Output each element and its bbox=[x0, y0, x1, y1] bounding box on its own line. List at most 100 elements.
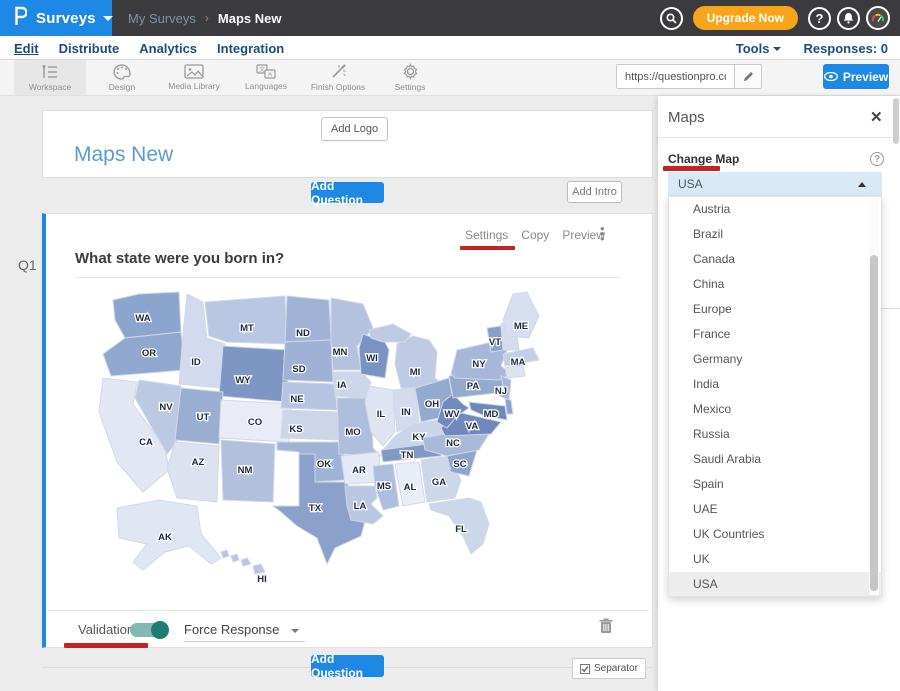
tools-menu[interactable]: Tools bbox=[736, 41, 782, 56]
add-question-button-bottom[interactable]: Add Question bbox=[311, 655, 384, 677]
state-label-me: ME bbox=[514, 321, 528, 332]
map-option-europe[interactable]: Europe bbox=[669, 297, 881, 322]
map-option-mexico[interactable]: Mexico bbox=[669, 397, 881, 422]
question-text[interactable]: What state were you born in? bbox=[75, 250, 284, 267]
state-label-fl: FL bbox=[455, 524, 467, 535]
state-label-nv: NV bbox=[159, 402, 173, 413]
tab-analytics[interactable]: Analytics bbox=[139, 41, 197, 56]
product-switcher[interactable]: Surveys bbox=[0, 0, 112, 36]
map-option-uae[interactable]: UAE bbox=[669, 497, 881, 522]
responses-count[interactable]: Responses: 0 bbox=[803, 41, 888, 56]
brand-label: Surveys bbox=[36, 10, 96, 27]
survey-url-input[interactable] bbox=[616, 64, 734, 89]
map-option-uk-countries[interactable]: UK Countries bbox=[669, 522, 881, 547]
question-text-underline bbox=[75, 277, 620, 278]
toolbar-item-languages[interactable]: 文ALanguages bbox=[230, 60, 302, 95]
map-select[interactable]: USA bbox=[668, 172, 882, 196]
state-hi[interactable] bbox=[241, 558, 251, 566]
usa-map[interactable]: WAORCANVIDMTWYUTAZCONMNDSDNEKSOKTXMNIAMO… bbox=[75, 290, 635, 602]
tab-distribute[interactable]: Distribute bbox=[59, 41, 120, 56]
page-scrollbar-thumb[interactable] bbox=[893, 98, 899, 144]
state-sd[interactable] bbox=[283, 340, 333, 382]
map-option-uk[interactable]: UK bbox=[669, 547, 881, 572]
settings-icon bbox=[402, 63, 419, 80]
state-label-mt: MT bbox=[240, 323, 254, 334]
dropdown-scrollbar-thumb[interactable] bbox=[870, 255, 878, 591]
add-question-button-top[interactable]: Add Question bbox=[311, 182, 384, 203]
state-label-pa: PA bbox=[467, 381, 480, 392]
upgrade-now-button[interactable]: Upgrade Now bbox=[693, 6, 798, 30]
separator-button[interactable]: Separator bbox=[572, 658, 646, 679]
state-label-wi: WI bbox=[366, 353, 378, 364]
state-mt[interactable] bbox=[205, 296, 287, 344]
state-hi[interactable] bbox=[231, 554, 239, 562]
toolbar-item-label: Workspace bbox=[29, 82, 71, 92]
toolbar-item-finish-options[interactable]: Finish Options bbox=[302, 60, 374, 95]
question-action-settings[interactable]: Settings bbox=[465, 228, 508, 242]
validation-toggle[interactable] bbox=[130, 623, 168, 637]
question-action-preview[interactable]: Preview bbox=[562, 228, 605, 242]
toolbar-item-workspace[interactable]: Workspace bbox=[14, 60, 86, 95]
state-hi[interactable] bbox=[221, 550, 229, 558]
design-icon bbox=[113, 64, 131, 80]
map-option-germany[interactable]: Germany bbox=[669, 347, 881, 372]
checkbox-checked-icon bbox=[580, 664, 590, 674]
force-response-dropdown[interactable]: Force Response bbox=[184, 622, 305, 642]
state-wy[interactable] bbox=[219, 346, 289, 402]
state-label-oh: OH bbox=[425, 399, 439, 410]
validation-label: Validation bbox=[78, 622, 134, 637]
state-label-wv: WV bbox=[444, 409, 460, 420]
state-ct[interactable] bbox=[505, 364, 525, 378]
add-logo-button[interactable]: Add Logo bbox=[321, 117, 388, 141]
delete-question-trash-icon[interactable] bbox=[599, 618, 613, 639]
map-option-canada[interactable]: Canada bbox=[669, 247, 881, 272]
state-mi[interactable] bbox=[395, 336, 443, 388]
tab-integration[interactable]: Integration bbox=[217, 41, 284, 56]
state-label-co: CO bbox=[248, 417, 262, 428]
account-gauge-avatar[interactable] bbox=[866, 6, 890, 30]
state-label-sd: SD bbox=[292, 364, 305, 375]
map-option-brazil[interactable]: Brazil bbox=[669, 222, 881, 247]
edit-url-pencil-icon[interactable] bbox=[734, 64, 762, 89]
map-options-dropdown: AustriaBrazilCanadaChinaEuropeFranceGerm… bbox=[668, 196, 882, 597]
panel-title: Maps bbox=[668, 109, 705, 126]
question-action-copy[interactable]: Copy bbox=[521, 228, 549, 242]
toolbar-item-media-library[interactable]: Media Library bbox=[158, 60, 230, 95]
validation-divider bbox=[47, 610, 649, 611]
map-option-india[interactable]: India bbox=[669, 372, 881, 397]
add-intro-button[interactable]: Add Intro bbox=[567, 181, 622, 203]
state-az[interactable] bbox=[167, 442, 219, 502]
map-option-france[interactable]: France bbox=[669, 322, 881, 347]
state-label-nd: ND bbox=[296, 328, 310, 339]
tab-edit[interactable]: Edit bbox=[14, 41, 39, 56]
state-label-id: ID bbox=[191, 357, 201, 368]
toolbar-item-settings[interactable]: Settings bbox=[374, 60, 446, 95]
map-option-spain[interactable]: Spain bbox=[669, 472, 881, 497]
breadcrumb-my-surveys[interactable]: My Surveys bbox=[128, 11, 196, 26]
help-button[interactable]: ? bbox=[808, 7, 831, 30]
help-circle-icon[interactable]: ? bbox=[870, 152, 884, 166]
map-option-russia[interactable]: Russia bbox=[669, 422, 881, 447]
state-hi[interactable] bbox=[253, 564, 265, 574]
map-option-usa[interactable]: USA bbox=[669, 572, 881, 597]
map-option-austria[interactable]: Austria bbox=[669, 197, 881, 222]
toolbar-items: Workspace DesignMedia Library文ALanguagesF… bbox=[14, 60, 446, 95]
state-label-ut: UT bbox=[197, 412, 210, 423]
toolbar-item-label: Settings bbox=[395, 82, 426, 92]
close-icon[interactable]: ✕ bbox=[870, 108, 883, 126]
state-ne[interactable] bbox=[281, 382, 337, 410]
section-tabs: Edit Distribute Analytics Integration bbox=[14, 36, 284, 60]
media-library-icon bbox=[184, 64, 204, 79]
search-icon[interactable] bbox=[660, 7, 683, 30]
state-label-ok: OK bbox=[317, 459, 331, 470]
state-miup[interactable] bbox=[369, 324, 411, 342]
tabs-right: Tools Responses: 0 bbox=[736, 36, 888, 60]
state-label-tn: TN bbox=[401, 450, 414, 461]
survey-title[interactable]: Maps New bbox=[74, 143, 173, 167]
map-option-china[interactable]: China bbox=[669, 272, 881, 297]
preview-button[interactable]: Preview bbox=[823, 64, 889, 89]
more-options-icon[interactable]: ••• bbox=[600, 226, 604, 241]
notifications-bell-icon[interactable] bbox=[837, 7, 860, 30]
map-option-saudi-arabia[interactable]: Saudi Arabia bbox=[669, 447, 881, 472]
toolbar-item-design[interactable]: Design bbox=[86, 60, 158, 95]
